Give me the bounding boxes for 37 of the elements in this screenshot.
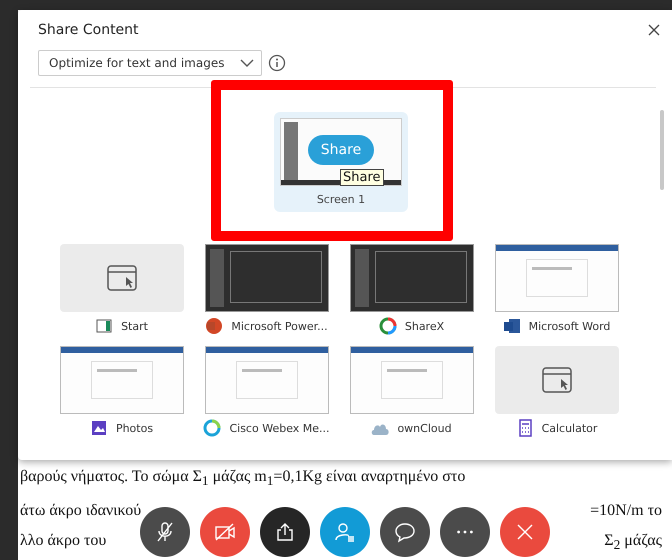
app-name: Calculator <box>542 422 598 434</box>
document-text: =10N/m το <box>590 500 662 521</box>
video-button[interactable] <box>200 507 250 557</box>
app-name: ShareX <box>404 320 444 332</box>
window-preview[interactable] <box>204 244 328 312</box>
app-name: Microsoft Power... <box>231 320 328 332</box>
participants-button[interactable] <box>320 507 370 557</box>
tooltip: Share <box>340 169 384 186</box>
document-text: άτω άκρο ιδανικού <box>20 500 142 521</box>
app-name: Microsoft Word <box>528 320 610 332</box>
optimize-dropdown[interactable]: Optimize for text and images <box>38 50 262 76</box>
window-preview[interactable] <box>60 346 184 414</box>
app-name: Start <box>121 320 148 332</box>
document-text: λλο άκρο του <box>20 530 106 551</box>
window-cursor-icon <box>542 367 572 393</box>
window-preview[interactable] <box>350 346 474 414</box>
scrollbar[interactable] <box>660 110 664 190</box>
end-call-button[interactable] <box>500 507 550 557</box>
dialog-title: Share Content <box>38 22 139 38</box>
more-button[interactable] <box>440 507 490 557</box>
photos-app-icon <box>90 419 108 437</box>
app-name: Cisco Webex Me... <box>229 422 330 434</box>
share-screen-button[interactable] <box>260 507 310 557</box>
window-preview[interactable] <box>204 346 328 414</box>
window-preview[interactable] <box>494 244 618 312</box>
chat-button[interactable] <box>380 507 430 557</box>
window-cursor-icon <box>106 265 136 291</box>
chevron-down-icon <box>239 58 255 68</box>
info-icon[interactable] <box>268 54 286 72</box>
mute-button[interactable] <box>140 507 190 557</box>
app-name: Photos <box>116 422 154 434</box>
app-name: ownCloud <box>397 422 452 434</box>
document-text: βαρούς νήματος. Το σώμα Σ$_{1}$ μάζας m$_{1}$=0,1Kg είναι αναρτημένο στο <box>20 468 466 485</box>
document-text: Σ$_{2}$ μάζας <box>604 530 662 554</box>
window-preview[interactable] <box>350 244 474 312</box>
dots-icon <box>457 530 473 534</box>
close-icon[interactable] <box>648 24 660 36</box>
